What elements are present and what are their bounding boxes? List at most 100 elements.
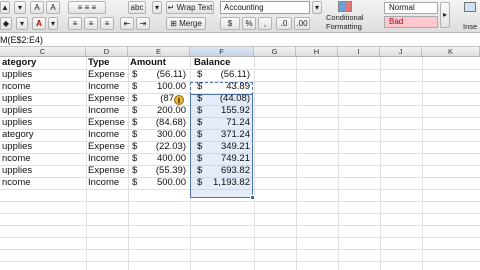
number-format-value: Accounting <box>224 3 264 12</box>
cell-amount[interactable]: $ (55.39) <box>128 165 190 177</box>
style-bad[interactable]: Bad <box>384 16 438 28</box>
cell-type[interactable]: Income <box>88 177 128 189</box>
column-header-d[interactable]: D <box>86 47 128 57</box>
cell-amount[interactable]: $ 400.00 <box>128 153 190 165</box>
cell-type[interactable]: Expense <box>88 93 128 105</box>
merge-button[interactable]: ⊞ Merge <box>166 17 206 30</box>
font-color-button[interactable]: A <box>32 17 46 30</box>
header-category[interactable]: ategory <box>2 57 84 69</box>
cell-amount[interactable]: $ 100.00 <box>128 81 190 93</box>
cell-amount[interactable]: $ (84.68) <box>128 117 190 129</box>
header-type[interactable]: Type <box>88 57 128 69</box>
gridline <box>0 201 480 202</box>
cell-type[interactable]: Expense <box>88 69 128 81</box>
cell-amount[interactable]: $ 300.00 <box>128 129 190 141</box>
cell-balance[interactable]: $ 71.24 <box>190 117 254 129</box>
gridline <box>0 213 480 214</box>
column-header-j[interactable]: J <box>380 47 422 57</box>
orientation-dropdown-icon[interactable]: ▾ <box>152 1 162 14</box>
align-right-icon[interactable]: ≡ <box>100 17 114 30</box>
column-header-h[interactable]: H <box>296 47 338 57</box>
increase-font-button[interactable]: ▲ <box>0 1 10 14</box>
currency-symbol: $ <box>132 69 138 80</box>
ribbon: ▲ ▾ A A ≡ ≡ ≡ abc ▾ ↵ Wrap Text Accounti… <box>0 0 480 33</box>
cell-category[interactable]: upplies <box>2 165 84 177</box>
header-amount[interactable]: Amount <box>130 57 188 69</box>
align-top-buttons[interactable]: ≡ ≡ ≡ <box>68 1 106 14</box>
amount-value: (56.11) <box>156 69 186 80</box>
percent-format-button[interactable]: % <box>242 17 256 30</box>
formula-bar-content: M(E$2:E4) <box>0 35 44 45</box>
cell-balance[interactable]: $ 43.89 <box>190 81 254 93</box>
cell-category[interactable]: ncome <box>2 177 84 189</box>
cell-amount[interactable]: $ 500.00 <box>128 177 190 189</box>
currency-format-icon[interactable]: $ <box>220 17 240 30</box>
table-row: ncome Income $ 500.00 $ 1,193.82 <box>0 177 480 189</box>
styles-scroll-icon[interactable]: ▸ <box>440 2 450 28</box>
align-left-icon[interactable]: ≡ <box>68 17 82 30</box>
cell-amount[interactable]: $ (56.11) <box>128 69 190 81</box>
fill-handle[interactable] <box>250 195 255 200</box>
cell-category[interactable]: upplies <box>2 141 84 153</box>
number-format-select[interactable]: Accounting <box>220 1 310 14</box>
column-header-c[interactable]: C <box>0 47 86 57</box>
amount-value: 500.00 <box>156 177 186 188</box>
insert-button[interactable]: Inse <box>460 0 480 32</box>
balance-value: (44.08) <box>219 93 250 104</box>
increase-decimal-icon[interactable]: .0 <box>276 17 292 30</box>
formula-bar[interactable]: M(E$2:E4) <box>0 33 480 47</box>
align-center-icon[interactable]: ≡ <box>84 17 98 30</box>
decrease-decimal-icon[interactable]: .00 <box>294 17 310 30</box>
cell-category[interactable]: upplies <box>2 105 84 117</box>
column-header-i[interactable]: I <box>338 47 380 57</box>
style-normal[interactable]: Normal <box>384 2 438 14</box>
font-size-up-icon[interactable]: A <box>30 1 44 14</box>
table-row: ncome Income $ 400.00 $ 749.21 <box>0 153 480 165</box>
cell-balance[interactable]: $ 693.82 <box>190 165 254 177</box>
font-size-down-icon[interactable]: A <box>46 1 60 14</box>
cell-category[interactable]: upplies <box>2 69 84 81</box>
style-bad-label: Bad <box>389 17 404 26</box>
merge-icon: ⊞ <box>170 19 177 28</box>
header-balance[interactable]: Balance <box>194 57 252 69</box>
fill-color-button[interactable]: ◆ <box>0 17 12 30</box>
cell-category[interactable]: ncome <box>2 81 84 93</box>
column-header-g[interactable]: G <box>254 47 296 57</box>
shrink-font-button[interactable]: ▾ <box>14 1 26 14</box>
cell-balance[interactable]: $ 371.24 <box>190 129 254 141</box>
cell-type[interactable]: Expense <box>88 165 128 177</box>
spreadsheet-grid[interactable]: C D E F G H I J K ategory Type Amount Ba… <box>0 47 480 270</box>
column-header-f[interactable]: F <box>190 47 254 57</box>
cell-balance[interactable]: $ 155.92 <box>190 105 254 117</box>
cell-balance[interactable]: $ 1,193.82 <box>190 177 254 189</box>
cell-amount[interactable]: $ 200.00 <box>128 105 190 117</box>
conditional-formatting-button[interactable]: Conditional Formatting <box>326 0 366 32</box>
cell-balance[interactable]: $ 349.21 <box>190 141 254 153</box>
cell-type[interactable]: Income <box>88 153 128 165</box>
cell-type[interactable]: Expense <box>88 117 128 129</box>
cell-type[interactable]: Expense <box>88 141 128 153</box>
cell-category[interactable]: upplies <box>2 117 84 129</box>
orientation-button[interactable]: abc <box>128 1 146 14</box>
column-header-e[interactable]: E <box>128 47 190 57</box>
column-header-k[interactable]: K <box>422 47 480 57</box>
number-format-dropdown-icon[interactable]: ▾ <box>312 1 322 14</box>
currency-symbol: $ <box>197 129 203 140</box>
fill-color-dropdown-icon[interactable]: ▾ <box>16 17 28 30</box>
cell-category[interactable]: upplies <box>2 93 84 105</box>
wrap-text-button[interactable]: ↵ Wrap Text <box>166 1 214 14</box>
cell-balance[interactable]: $ 749.21 <box>190 153 254 165</box>
cell-amount[interactable]: $ (22.03) <box>128 141 190 153</box>
cell-balance[interactable]: $ (44.08) <box>190 93 254 105</box>
increase-indent-icon[interactable]: ⇥ <box>136 17 150 30</box>
cell-type[interactable]: Income <box>88 105 128 117</box>
cell-category[interactable]: ncome <box>2 153 84 165</box>
cell-category[interactable]: ategory <box>2 129 84 141</box>
cell-type[interactable]: Income <box>88 81 128 93</box>
comma-format-button[interactable]: , <box>258 17 272 30</box>
font-color-dropdown-icon[interactable]: ▾ <box>48 17 58 30</box>
cell-balance[interactable]: $ (56.11) <box>190 69 254 81</box>
currency-symbol: $ <box>197 81 203 92</box>
cell-type[interactable]: Income <box>88 129 128 141</box>
decrease-indent-icon[interactable]: ⇤ <box>120 17 134 30</box>
